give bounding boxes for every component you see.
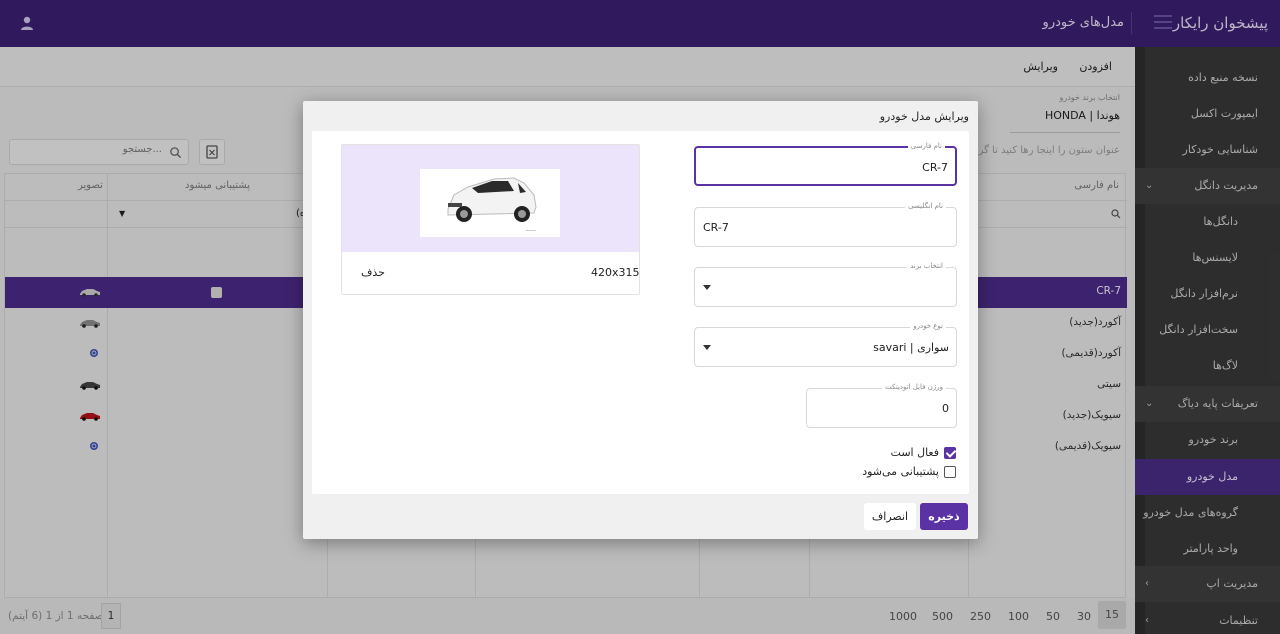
car-image-preview[interactable] — [342, 145, 639, 252]
vehicle-type-select[interactable]: نوع خودرو savari | سواری — [694, 322, 957, 367]
active-checkbox[interactable] — [944, 447, 956, 459]
dialog-body: نام فارسی CR-7 نام انگلیسی CR-7 انتخاب ب… — [312, 131, 969, 494]
active-label: فعال است — [890, 446, 939, 459]
field-value: CR-7 — [703, 221, 729, 234]
brand-select[interactable]: انتخاب برند — [694, 262, 957, 307]
field-label: ورژن فایل اتودیتکت — [882, 383, 946, 391]
english-name-field[interactable]: نام انگلیسی CR-7 — [694, 202, 957, 247]
car-image — [420, 169, 560, 237]
supported-checkbox[interactable] — [944, 466, 956, 478]
dropdown-arrow-icon — [703, 285, 711, 290]
farsi-name-field[interactable]: نام فارسی CR-7 — [694, 142, 957, 186]
autodetect-version-field[interactable]: ورژن فایل اتودیتکت 0 — [806, 383, 957, 428]
dialog-title: ویرایش مدل خودرو — [879, 110, 969, 123]
supported-label: پشتیبانی می‌شود — [862, 465, 939, 478]
field-value: CR-7 — [922, 161, 948, 174]
image-card: 420x315 حذف — [341, 144, 640, 295]
image-dimensions: 420x315 — [591, 266, 640, 279]
edit-model-dialog: ویرایش مدل خودرو نام فارسی CR-7 نام انگل… — [303, 101, 978, 539]
save-button[interactable]: ذخیره — [920, 503, 968, 530]
dropdown-arrow-icon — [703, 345, 711, 350]
delete-image-button[interactable]: حذف — [361, 266, 385, 279]
field-label: نام انگلیسی — [905, 202, 946, 210]
cancel-button[interactable]: انصراف — [864, 503, 916, 530]
field-label: نوع خودرو — [910, 322, 946, 330]
field-label: انتخاب برند — [907, 262, 946, 270]
field-value: 0 — [942, 402, 949, 415]
field-label: نام فارسی — [907, 142, 945, 150]
field-value: savari | سواری — [873, 341, 949, 354]
